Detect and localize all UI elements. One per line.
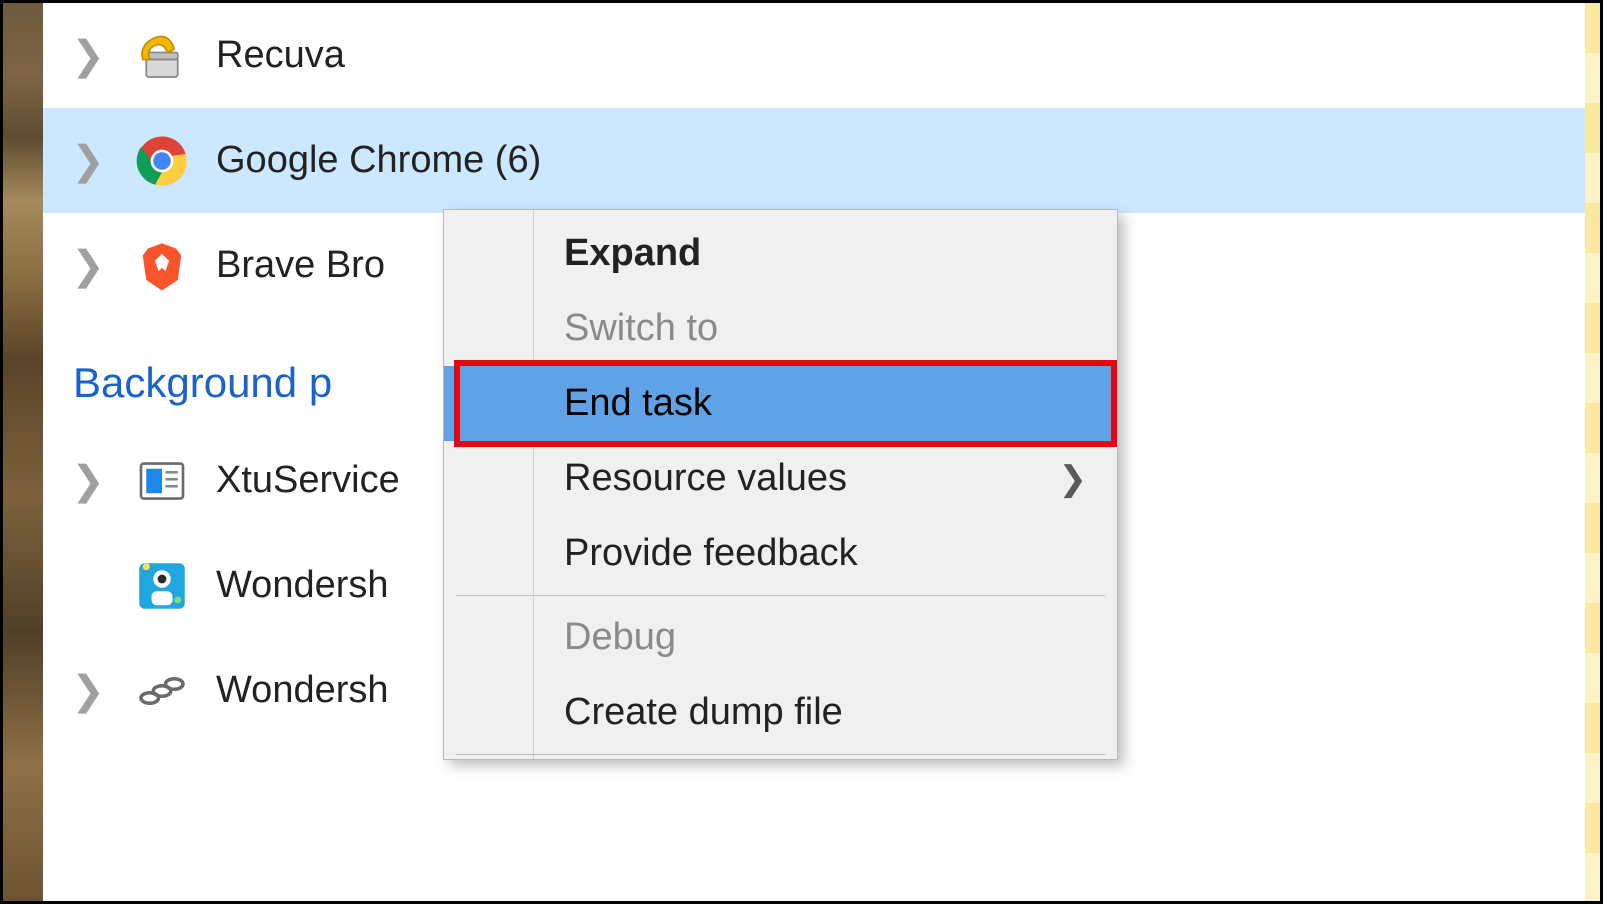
process-label: Google Chrome (6): [216, 139, 541, 182]
process-label: Brave Bro: [216, 244, 385, 287]
ctx-item-label: Expand: [564, 232, 701, 275]
ctx-item-label: Provide feedback: [564, 532, 858, 575]
context-menu-separator: [456, 754, 1105, 755]
ctx-end-task[interactable]: End task: [444, 366, 1117, 441]
xtuservice-icon: [130, 449, 194, 513]
ctx-item-label: Debug: [564, 616, 676, 659]
chevron-right-icon[interactable]: ❯: [68, 243, 108, 289]
bottom-blank-patch: [1342, 771, 1582, 861]
ctx-item-label: Create dump file: [564, 691, 843, 734]
ctx-resource-values[interactable]: Resource values ❯: [444, 441, 1117, 516]
ctx-debug: Debug: [444, 600, 1117, 675]
chevron-right-icon[interactable]: ❯: [68, 458, 108, 504]
process-label: Wondersh: [216, 564, 389, 607]
ctx-provide-feedback[interactable]: Provide feedback: [444, 516, 1117, 591]
process-label: Wondersh: [216, 669, 389, 712]
context-menu: Expand Switch to End task Resource value…: [443, 209, 1118, 760]
ctx-item-label: Switch to: [564, 307, 718, 350]
chevron-right-icon: ❯: [1059, 459, 1088, 499]
process-label: Recuva: [216, 34, 345, 77]
ctx-create-dump[interactable]: Create dump file: [444, 675, 1117, 750]
ctx-expand[interactable]: Expand: [444, 216, 1117, 291]
ctx-item-label: Resource values: [564, 457, 847, 500]
ctx-switch-to: Switch to: [444, 291, 1117, 366]
performance-column-strip: [1585, 3, 1600, 901]
wondershare-icon: [130, 554, 194, 618]
wondershare-link-icon: [130, 659, 194, 723]
context-menu-separator: [456, 595, 1105, 596]
brave-icon: [130, 234, 194, 298]
ctx-item-label: End task: [564, 382, 712, 425]
chrome-icon: [130, 129, 194, 193]
process-row-recuva[interactable]: ❯ Recuva: [43, 3, 1600, 108]
recuva-icon: [130, 24, 194, 88]
chevron-right-icon[interactable]: ❯: [68, 138, 108, 184]
section-header-label: Background p: [73, 359, 332, 407]
process-row-google-chrome[interactable]: ❯ Google Chrome (6): [43, 108, 1600, 213]
chevron-right-icon[interactable]: ❯: [68, 33, 108, 79]
chevron-right-icon[interactable]: ❯: [68, 668, 108, 714]
process-label: XtuService: [216, 459, 400, 502]
desktop-background-strip: [3, 3, 43, 901]
